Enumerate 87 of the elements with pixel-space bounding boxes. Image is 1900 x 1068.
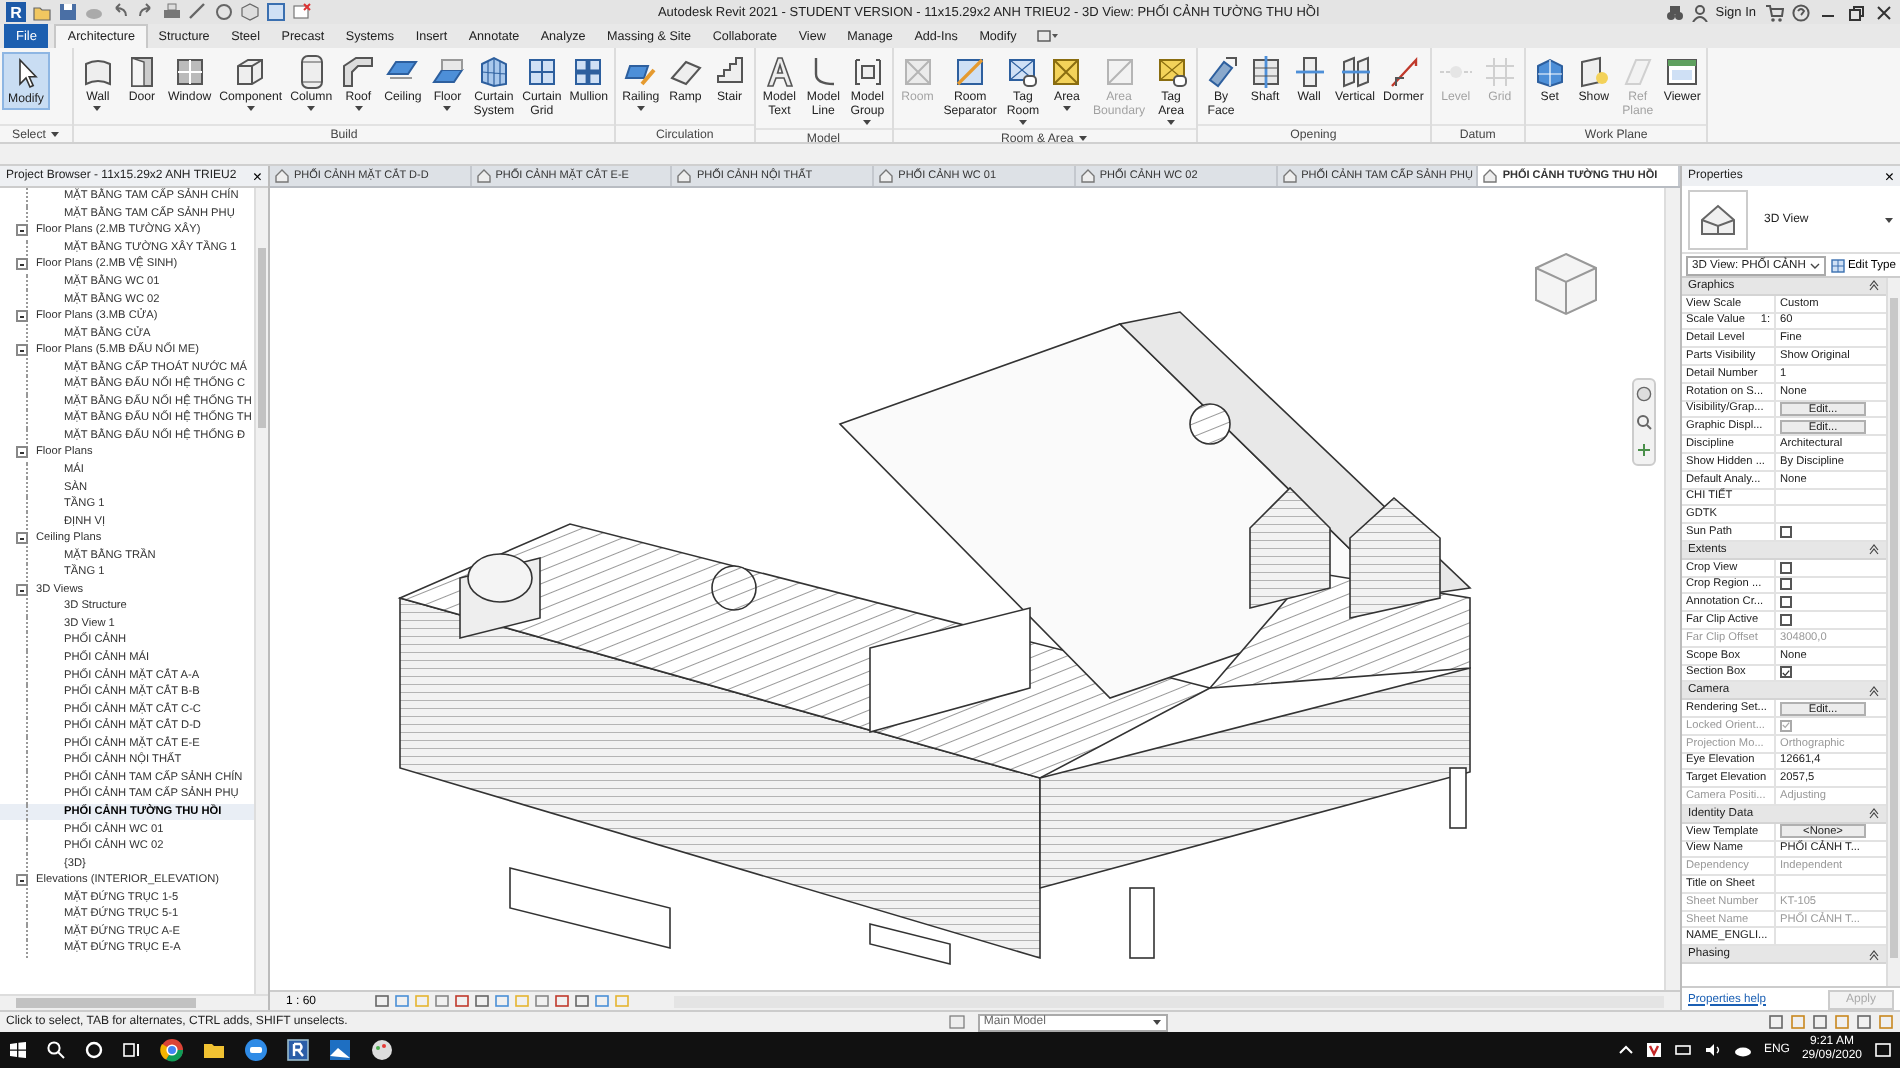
close-hidden-icon[interactable] [292,2,312,22]
collapse-icon[interactable] [1868,806,1880,821]
caret-icon [1151,1018,1162,1026]
checkbox[interactable] [1780,578,1792,591]
task-view-icon[interactable] [122,1040,142,1060]
component-icon [232,54,269,90]
model-group-icon [849,54,886,90]
collapse-icon[interactable] [1868,947,1880,962]
collapse-toggle[interactable] [16,583,28,596]
user-icon[interactable] [1691,3,1708,21]
collapse-toggle[interactable] [16,258,28,271]
collapse-toggle[interactable] [16,310,28,323]
help-icon[interactable] [1792,3,1810,21]
wall-icon [79,54,116,90]
close-button[interactable]: × [252,167,262,185]
chevron-down-icon [1809,261,1820,269]
tag-area-icon [1153,54,1190,90]
image-app-icon[interactable] [328,1038,352,1062]
cloud-icon[interactable] [1733,1042,1752,1058]
browser-icon[interactable] [160,1038,184,1062]
collapse-toggle[interactable] [16,532,28,545]
print-icon[interactable] [162,2,182,22]
speaker-icon[interactable] [1703,1042,1722,1058]
collapse-icon[interactable] [1868,542,1880,557]
search-icon[interactable] [46,1040,66,1060]
save-icon[interactable] [58,2,78,22]
cart-icon[interactable] [1764,3,1784,21]
scrollbar[interactable] [0,994,268,1010]
curtain-grid-icon [523,54,560,90]
roof-icon [340,54,377,90]
dormer-icon [1385,54,1422,90]
app-icon[interactable] [286,1038,310,1062]
ref-plane-icon [1619,54,1656,90]
show-icon [1575,54,1612,90]
grid-icon [1481,54,1518,90]
close-icon[interactable] [1874,3,1894,21]
caret-icon[interactable] [1884,215,1894,223]
checkbox[interactable] [1780,561,1792,574]
window-switch-icon[interactable] [266,2,286,22]
circle-icon[interactable] [84,1040,104,1060]
windows-start-icon[interactable] [8,1040,28,1060]
undo-icon[interactable] [110,2,130,22]
checkbox[interactable] [1780,596,1792,609]
window-icon [171,54,208,90]
collapse-toggle[interactable] [16,344,28,357]
scrollbar[interactable] [1886,278,1900,986]
curtain-system-icon [475,54,512,90]
checkbox[interactable] [1780,614,1792,627]
type-properties-icon [1829,257,1846,273]
set-icon [1531,54,1568,90]
wall-opening-icon [1291,54,1328,90]
collapse-toggle[interactable] [16,446,28,459]
by-face-icon [1203,54,1240,90]
viewer-icon [1664,54,1701,90]
restore-icon[interactable] [1846,3,1866,21]
check-icon [1782,667,1790,678]
close-button[interactable]: × [1884,167,1894,185]
binoculars-icon[interactable] [1665,3,1684,21]
house-icon [1698,201,1738,237]
antivirus-icon[interactable] [1645,1042,1662,1058]
tag-room-icon [1004,54,1041,90]
collapse-icon[interactable] [1868,683,1880,698]
chevron-up-icon[interactable] [1617,1042,1634,1058]
scrollbar[interactable] [254,188,268,994]
checkbox[interactable] [1780,666,1792,679]
collapse-toggle[interactable] [16,224,28,237]
vertical-opening-icon [1337,54,1374,90]
panel-toggle-icon[interactable] [1035,28,1060,44]
zoom-icon[interactable] [1636,414,1652,430]
model-text-icon [761,54,798,90]
collapse-icon[interactable] [1868,278,1880,293]
chat-app-icon[interactable] [244,1038,268,1062]
paint-app-icon[interactable] [370,1038,394,1062]
area-boundary-icon [1101,54,1137,90]
shaft-icon [1247,54,1284,90]
scrollbar[interactable] [674,995,1664,1007]
mullion-icon [570,54,607,90]
redo-icon[interactable] [136,2,156,22]
area-icon [1048,54,1085,90]
room-separator-icon [952,54,989,90]
scrollbar[interactable] [1664,188,1680,990]
folder-icon[interactable] [202,1038,226,1062]
checkbox[interactable] [1780,526,1792,539]
app-logo[interactable]: R [6,2,26,22]
view-cube-icon[interactable] [1530,248,1602,320]
collapse-toggle[interactable] [16,874,28,887]
room-icon [899,54,936,90]
